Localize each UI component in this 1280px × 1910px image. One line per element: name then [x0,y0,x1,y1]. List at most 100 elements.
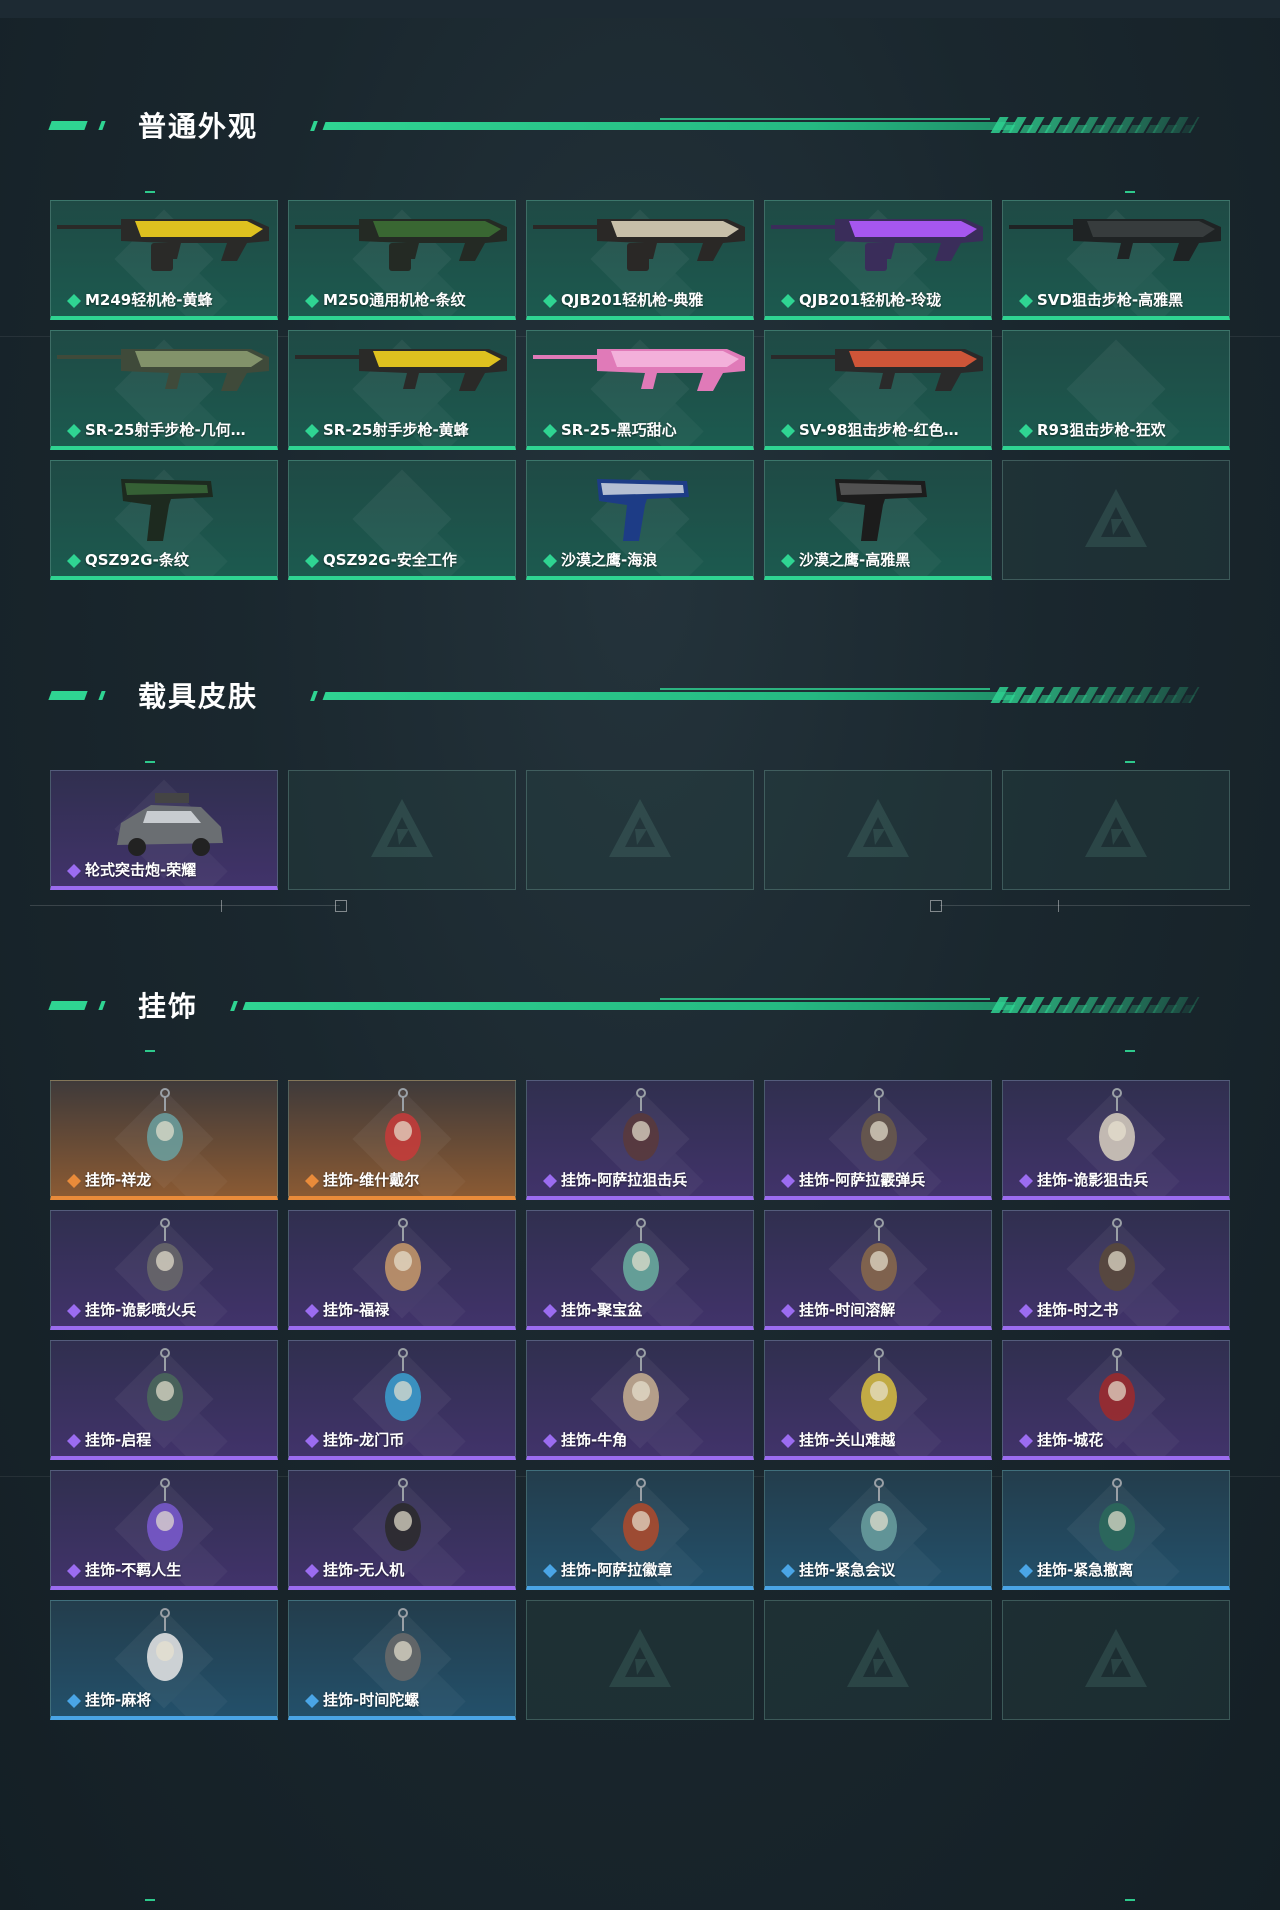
section-marker [1125,1050,1135,1052]
item-card[interactable]: 挂饰-不羁人生 [50,1470,278,1590]
rarity-diamond-icon [67,1564,81,1578]
appearance-grid: M249轻机枪-黄蜂 M250通用机枪-条纹 QJB201轻机枪-典雅 QJB201轻… [50,200,1230,580]
item-card[interactable]: QJB201轻机枪-玲珑 [764,200,992,320]
header-accent [48,121,88,130]
rarity-diamond-icon [781,1434,795,1448]
ruler-box [930,900,942,912]
item-card[interactable]: 挂饰-启程 [50,1340,278,1460]
header-accent [98,1001,106,1010]
rarity-diamond-icon [781,294,795,308]
item-card[interactable]: 挂饰-紧急撤离 [1002,1470,1230,1590]
item-card[interactable]: 沙漠之鹰-海浪 [526,460,754,580]
item-card[interactable]: 挂饰-关山难越 [764,1340,992,1460]
item-label: SV-98狙击步枪-红色… [799,421,959,439]
header-accent [230,1001,238,1011]
item-card[interactable]: 挂饰-牛角 [526,1340,754,1460]
rarity-diamond-icon [67,1694,81,1708]
header-accent [48,691,88,700]
item-card[interactable]: SR-25射手步枪-黄蜂 [288,330,516,450]
item-card[interactable]: 挂饰-诡影狙击兵 [1002,1080,1230,1200]
item-card[interactable]: 挂饰-时间溶解 [764,1210,992,1330]
header-checker-pattern [1001,695,1197,703]
item-card[interactable]: 轮式突击炮-荣耀 [50,770,278,890]
rarity-diamond-icon [67,294,81,308]
item-card[interactable]: SVD狙击步枪-高雅黑 [1002,200,1230,320]
item-card[interactable]: 挂饰-时间陀螺 [288,1600,516,1720]
item-label: QJB201轻机枪-玲珑 [799,291,942,309]
rarity-diamond-icon [1019,424,1033,438]
item-card[interactable]: M250通用机枪-条纹 [288,200,516,320]
item-card[interactable]: 挂饰-时之书 [1002,1210,1230,1330]
item-label: 挂饰-时之书 [1037,1301,1119,1319]
item-card[interactable]: 挂饰-聚宝盆 [526,1210,754,1330]
item-label: 挂饰-无人机 [323,1561,405,1579]
header-bar-thin [660,998,990,1000]
header-bar [322,122,1016,130]
item-card[interactable]: 挂饰-维什戴尔 [288,1080,516,1200]
item-card[interactable]: M249轻机枪-黄蜂 [50,200,278,320]
item-card[interactable]: 挂饰-祥龙 [50,1080,278,1200]
item-label: 挂饰-维什戴尔 [323,1171,420,1189]
item-card[interactable]: 挂饰-福禄 [288,1210,516,1330]
ruler-tick [221,900,222,912]
rarity-diamond-icon [305,1304,319,1318]
ruler-line [30,905,340,906]
rarity-diamond-icon [1019,1174,1033,1188]
item-card[interactable]: 挂饰-紧急会议 [764,1470,992,1590]
rarity-diamond-icon [305,554,319,568]
item-label: 挂饰-时间溶解 [799,1301,896,1319]
item-label: 挂饰-时间陀螺 [323,1691,420,1709]
rarity-diamond-icon [67,424,81,438]
item-card[interactable]: 挂饰-阿萨拉霰弹兵 [764,1080,992,1200]
item-label: SR-25射手步枪-几何… [85,421,246,439]
item-label: 轮式突击炮-荣耀 [85,861,197,879]
rarity-diamond-icon [67,1174,81,1188]
header-accent [48,1001,88,1010]
rarity-diamond-icon [543,424,557,438]
rarity-diamond-icon [543,1304,557,1318]
rarity-diamond-icon [305,1564,319,1578]
item-card[interactable]: QSZ92G-安全工作 [288,460,516,580]
header-checker-pattern [1001,125,1197,133]
item-label: QSZ92G-条纹 [85,551,189,569]
item-card[interactable]: 挂饰-麻将 [50,1600,278,1720]
item-card[interactable]: SR-25-黑巧甜心 [526,330,754,450]
item-card[interactable]: 挂饰-无人机 [288,1470,516,1590]
item-card[interactable]: R93狙击步枪-狂欢 [1002,330,1230,450]
item-card[interactable]: 沙漠之鹰-高雅黑 [764,460,992,580]
header-bar-thin [660,118,990,120]
item-label: 挂饰-牛角 [561,1431,628,1449]
section-title: 载具皮肤 [138,680,259,713]
item-label: 挂饰-阿萨拉霰弹兵 [799,1171,926,1189]
item-card[interactable]: SR-25射手步枪-几何… [50,330,278,450]
item-label: SR-25射手步枪-黄蜂 [323,421,469,439]
item-label: M249轻机枪-黄蜂 [85,291,213,309]
item-card[interactable]: 挂饰-阿萨拉狙击兵 [526,1080,754,1200]
rarity-diamond-icon [781,1174,795,1188]
rarity-diamond-icon [781,1304,795,1318]
item-card[interactable]: SV-98狙击步枪-红色… [764,330,992,450]
ruler-box [335,900,347,912]
rarity-diamond-icon [781,424,795,438]
item-label: 挂饰-紧急会议 [799,1561,896,1579]
item-card[interactable]: 挂饰-龙门币 [288,1340,516,1460]
item-label: QJB201轻机枪-典雅 [561,291,704,309]
section-marker [145,1050,155,1052]
item-card[interactable]: 挂饰-阿萨拉徽章 [526,1470,754,1590]
rarity-diamond-icon [543,1174,557,1188]
rarity-diamond-icon [67,1304,81,1318]
header-accent [98,691,106,700]
item-card[interactable]: 挂饰-诡影喷火兵 [50,1210,278,1330]
item-card[interactable]: QSZ92G-条纹 [50,460,278,580]
rarity-diamond-icon [1019,1304,1033,1318]
item-label: SVD狙击步枪-高雅黑 [1037,291,1184,309]
item-card[interactable]: 挂饰-城花 [1002,1340,1230,1460]
empty-slot [1002,1600,1230,1720]
rarity-diamond-icon [305,1434,319,1448]
placeholder-logo-icon [1085,1629,1147,1687]
item-label: 挂饰-关山难越 [799,1431,896,1449]
item-card[interactable]: QJB201轻机枪-典雅 [526,200,754,320]
rarity-diamond-icon [1019,294,1033,308]
rarity-diamond-icon [67,1434,81,1448]
rarity-diamond-icon [543,1564,557,1578]
